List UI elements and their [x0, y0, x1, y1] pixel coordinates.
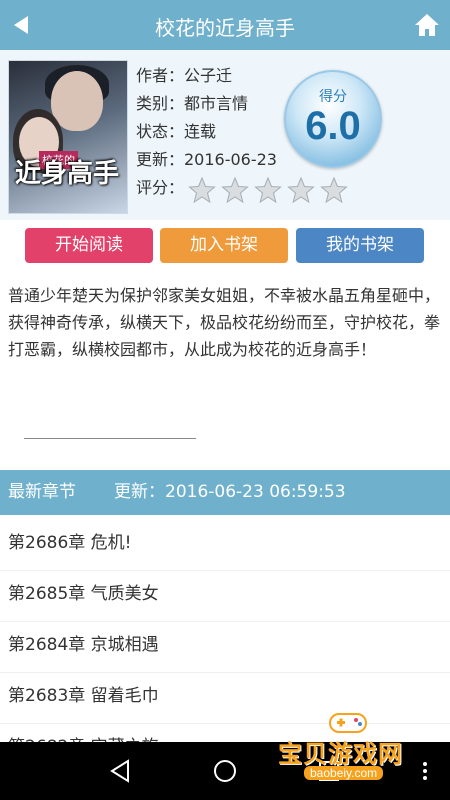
- top-bar: 校花的近身高手: [0, 0, 450, 50]
- book-description: 普通少年楚天为保护邻家美女姐姐，不幸被水晶五角星砸中，获得神奇传承，纵横天下，极…: [8, 286, 441, 359]
- add-to-shelf-button[interactable]: 加入书架: [160, 228, 288, 263]
- chapter-item[interactable]: 第2685章 气质美女: [0, 571, 450, 622]
- home-circle-icon[interactable]: [210, 756, 240, 786]
- chapter-item[interactable]: 第2686章 危机!: [0, 520, 450, 571]
- star-icon[interactable]: [287, 176, 315, 204]
- watermark-text: 宝贝游戏网: [278, 740, 403, 768]
- rating-stars[interactable]: [188, 176, 348, 204]
- score-badge: 得分 6.0: [284, 70, 382, 168]
- status-text: 状态：连载: [136, 122, 217, 141]
- home-icon[interactable]: [414, 12, 440, 38]
- latest-updated-text: 更新：2016-06-23 06:59:53: [114, 482, 346, 502]
- updated-text: 更新：2016-06-23: [136, 150, 277, 169]
- star-icon[interactable]: [221, 176, 249, 204]
- star-icon[interactable]: [254, 176, 282, 204]
- my-shelf-button[interactable]: 我的书架: [296, 228, 424, 263]
- score-value: 6.0: [305, 104, 361, 148]
- latest-chapters-header: 最新章节 更新：2016-06-23 06:59:53: [0, 470, 450, 515]
- category-text: 类别：都市言情: [136, 94, 249, 113]
- gamepad-icon: [329, 713, 367, 733]
- star-icon[interactable]: [188, 176, 216, 204]
- start-reading-button[interactable]: 开始阅读: [25, 228, 153, 263]
- watermark: 宝贝游戏网 baobeiy.com: [278, 706, 428, 796]
- latest-chapters-title: 最新章节: [8, 482, 76, 502]
- score-label: 得分: [319, 89, 347, 105]
- cover-title: 近身高手: [15, 159, 120, 189]
- page-title: 校花的近身高手: [155, 16, 295, 40]
- author-text: 作者：公子迁: [136, 66, 233, 85]
- back-triangle-icon[interactable]: [106, 756, 136, 786]
- book-info-panel: 校花的 近身高手 作者：公子迁 类别：都市言情 状态：连载 更新：2016-06…: [0, 50, 450, 220]
- divider: [24, 438, 196, 439]
- watermark-url: baobeiy.com: [304, 766, 384, 780]
- book-cover[interactable]: 校花的 近身高手: [8, 60, 128, 214]
- star-icon[interactable]: [320, 176, 348, 204]
- chapter-item[interactable]: 第2684章 京城相遇: [0, 622, 450, 673]
- cover-figure-face: [51, 71, 103, 131]
